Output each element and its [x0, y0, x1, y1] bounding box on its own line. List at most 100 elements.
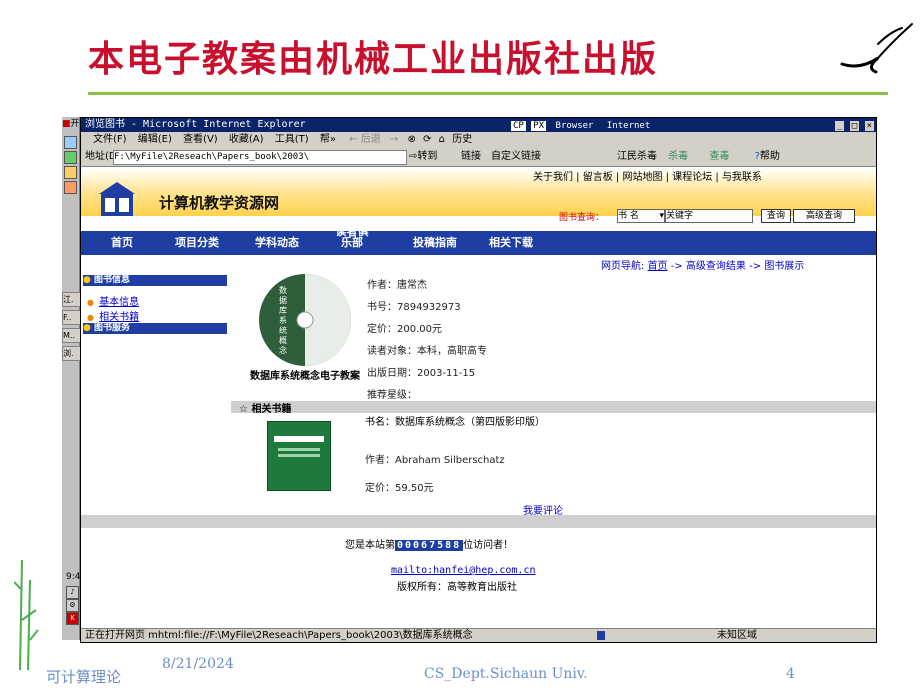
menu-edit[interactable]: 编辑(E): [130, 134, 172, 145]
side-head-book-info: ● 图书信息: [83, 275, 227, 286]
cover-stripe: [278, 454, 320, 457]
links-label[interactable]: 链接: [461, 148, 481, 166]
bird-icon: [840, 23, 913, 74]
history-button[interactable]: 历史: [448, 134, 472, 145]
status-bar: 正在打开网页 mhtml:file://F:\MyFile\2Reseach\P…: [81, 628, 876, 642]
zone-label: 未知区域: [717, 630, 757, 641]
advanced-search-button[interactable]: 高级查询: [793, 209, 855, 223]
breadcrumb-home[interactable]: 首页: [648, 261, 668, 272]
forward-button[interactable]: →: [384, 134, 398, 145]
nav-submission[interactable]: 投稿指南: [413, 231, 457, 255]
status-text: 正在打开网页 mhtml:file://F:\MyFile\2Reseach\P…: [85, 630, 473, 641]
side-head-book-service: ● 图书服务: [83, 323, 227, 334]
nav-home[interactable]: 首页: [111, 231, 133, 255]
address-input[interactable]: F:\MyFile\2Reseach\Papers_book\2003\: [113, 150, 407, 165]
search-label: 图书查询：: [559, 213, 605, 223]
close-button[interactable]: ×: [864, 121, 874, 131]
top-links: 关于我们 | 留言板 | 网站地图 | 课程论坛 | 与我联系: [533, 172, 762, 183]
breadcrumb-results[interactable]: 高级查询结果: [686, 261, 746, 272]
book-pub-date: 出版日期：2003-11-15: [367, 368, 476, 379]
related-head: ☆ 相关书籍: [239, 404, 292, 415]
toolbar-right: 江民杀毒 杀毒 查毒 ?帮助: [617, 148, 780, 166]
site-nav: 首页 项目分类 学科动态 读者俱乐部 投稿指南 相关下载: [81, 226, 876, 255]
breadcrumb-current: 图书展示: [764, 261, 805, 272]
quick-launch: [64, 136, 78, 196]
nav-categories[interactable]: 项目分类: [175, 231, 219, 255]
book-author: 作者：唐常杰: [367, 280, 427, 291]
book-cover-image[interactable]: 数据库系 统概念: [257, 271, 353, 369]
book-audience: 读者对象：本科，高职高专: [367, 346, 487, 357]
search-input[interactable]: 关键字: [665, 209, 753, 223]
related-author: 作者：Abraham Silberschatz: [365, 455, 505, 466]
folder-icon[interactable]: [64, 166, 77, 179]
px-button[interactable]: PX: [531, 121, 547, 131]
svg-text:数: 数: [279, 285, 287, 295]
related-head-bar: [231, 401, 876, 413]
svg-text:据: 据: [279, 295, 287, 305]
search-button[interactable]: 查询: [761, 209, 791, 223]
refresh-icon[interactable]: ⟳: [419, 134, 431, 145]
email-link[interactable]: mailto:hanfei@hep.com.cn: [391, 565, 536, 576]
top-link-sitemap[interactable]: 网站地图: [622, 172, 662, 183]
kill-virus-button[interactable]: 杀毒: [660, 151, 688, 162]
search-type-select[interactable]: 书 名 ▾: [617, 209, 665, 223]
menu-favorites[interactable]: 收藏(A): [221, 134, 264, 145]
internet-button[interactable]: Internet: [603, 121, 654, 131]
menu-bar: 文件(F) 编辑(E) 查看(V) 收藏(A) 工具(T) 帮» ← 后退 → …: [81, 132, 876, 149]
titlebar-extras: CP PX Browser Internet: [511, 119, 654, 133]
menu-tools[interactable]: 工具(T): [267, 134, 309, 145]
maximize-button[interactable]: □: [849, 121, 860, 131]
cover-stripe: [278, 448, 320, 451]
go-button[interactable]: ⇨转到: [409, 148, 437, 166]
related-title: 书名：数据库系统概念（第四版影印版）: [365, 417, 545, 428]
top-link-about[interactable]: 关于我们: [533, 172, 573, 183]
site-logo-text: 计算机教学资源网: [159, 194, 280, 212]
antivirus-icon[interactable]: K: [66, 612, 79, 625]
breadcrumb: 网页导航: 首页 -> 高级查询结果 -> 图书展示: [601, 261, 805, 272]
network-icon[interactable]: ⚙: [66, 599, 79, 612]
scan-virus-button[interactable]: 查毒: [691, 151, 729, 162]
nav-news[interactable]: 学科动态: [255, 231, 299, 255]
book-isbn: 书号：7894932973: [367, 302, 461, 313]
minimize-button[interactable]: _: [834, 121, 845, 131]
page-content: 网页导航: 首页 -> 高级查询结果 -> 图书展示 ● 图书信息 ● 基本信息…: [81, 255, 876, 642]
custom-links[interactable]: 自定义链接: [491, 148, 541, 166]
book-caption: 数据库系统概念电子教案: [250, 371, 360, 382]
menu-help[interactable]: 帮»: [312, 134, 336, 145]
media-icon[interactable]: [64, 181, 77, 194]
visitor-counter: 您是本站第 00067588 位访问者！: [345, 540, 514, 551]
window-titlebar: 浏览图书 - Microsoft Internet Explorer CP PX…: [81, 118, 876, 132]
stop-icon[interactable]: ⊗: [402, 134, 416, 145]
related-book-cover[interactable]: [267, 421, 331, 491]
page-number: 4: [786, 666, 795, 682]
svg-text:统: 统: [279, 325, 287, 335]
dot-icon: ●: [87, 313, 94, 322]
site-logo-icon: [95, 180, 139, 220]
content-divider: [81, 515, 876, 528]
cover-stripe: [274, 436, 324, 442]
desktop-icon[interactable]: [64, 136, 77, 149]
speaker-icon[interactable]: ♪: [66, 586, 79, 599]
help-button[interactable]: ?帮助: [733, 151, 780, 162]
top-link-contact[interactable]: 与我联系: [722, 172, 762, 183]
home-icon[interactable]: ⌂: [435, 134, 445, 145]
back-button[interactable]: ← 后退: [339, 134, 381, 145]
cp-button[interactable]: CP: [511, 121, 526, 131]
browser-button[interactable]: Browser: [552, 121, 598, 131]
bullet-icon: ●: [83, 323, 91, 333]
ie-icon[interactable]: [64, 151, 77, 164]
nav-downloads[interactable]: 相关下载: [489, 231, 533, 255]
jiangmin-button[interactable]: 江民杀毒: [617, 151, 657, 162]
nav-reader-club[interactable]: 读者俱乐部: [335, 226, 369, 248]
slide-title: 本电子教案由机械工业出版社出版: [88, 38, 659, 80]
side-link-related[interactable]: ● 相关书籍: [87, 305, 139, 324]
book-price: 定价：200.00元: [367, 324, 442, 335]
menu-view[interactable]: 查看(V): [175, 134, 218, 145]
top-link-guestbook[interactable]: 留言板: [583, 172, 613, 183]
top-link-forum[interactable]: 课程论坛: [672, 172, 712, 183]
menu-file[interactable]: 文件(F): [81, 134, 127, 145]
chevron-down-icon: ▾: [659, 211, 664, 221]
system-tray: ♪ ⚙ K: [66, 586, 79, 626]
address-bar: 地址(D) F:\MyFile\2Reseach\Papers_book\200…: [81, 148, 876, 167]
bullet-icon: ●: [83, 275, 91, 285]
